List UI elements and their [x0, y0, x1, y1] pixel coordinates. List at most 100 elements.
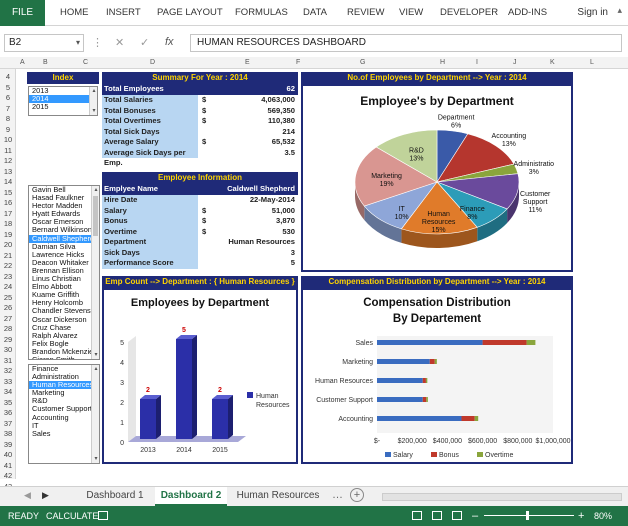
bar-segment[interactable]: [377, 397, 423, 402]
row-header[interactable]: 16: [0, 198, 16, 207]
col-header[interactable]: I: [476, 57, 478, 69]
bar-segment[interactable]: [377, 378, 423, 383]
tab-page-layout[interactable]: PAGE LAYOUT: [157, 0, 223, 26]
normal-view-icon[interactable]: [412, 511, 422, 520]
row-header[interactable]: 26: [0, 303, 16, 312]
col-header[interactable]: F: [296, 57, 300, 69]
tab-add-ins[interactable]: ADD-INS: [508, 0, 547, 26]
comp-chart-panel[interactable]: Compensation Distribution By Departement S…: [301, 288, 573, 464]
row-header[interactable]: 33: [0, 377, 16, 386]
col-header[interactable]: K: [550, 57, 555, 69]
year-scrollbar[interactable]: ▴ ▾: [89, 87, 97, 115]
bar-segment[interactable]: [482, 340, 527, 345]
row-header[interactable]: 11: [0, 146, 16, 155]
tab-scroll-right-icon[interactable]: ▶: [42, 490, 49, 501]
row-header[interactable]: 40: [0, 450, 16, 459]
row-header[interactable]: 38: [0, 429, 16, 438]
bar-segment[interactable]: [426, 397, 428, 402]
row-header[interactable]: 4: [0, 72, 16, 81]
department-scrollbar[interactable]: ▴ ▾: [91, 365, 99, 463]
row-header[interactable]: 41: [0, 461, 16, 470]
row-header[interactable]: 12: [0, 156, 16, 165]
col-header[interactable]: D: [150, 57, 155, 69]
macro-record-icon[interactable]: [98, 511, 108, 520]
bar-segment[interactable]: [377, 340, 483, 345]
list-item[interactable]: Ciaran Smith: [29, 355, 99, 359]
tab-insert[interactable]: INSERT: [106, 0, 141, 26]
row-header[interactable]: 35: [0, 398, 16, 407]
row-header[interactable]: 36: [0, 408, 16, 417]
col-header[interactable]: G: [360, 57, 365, 69]
sign-in-link[interactable]: Sign in: [577, 0, 608, 26]
status-calculate[interactable]: CALCULATE: [46, 506, 98, 526]
list-item[interactable]: 2015: [29, 103, 97, 111]
enter-icon[interactable]: ✓: [140, 36, 149, 49]
bar-segment[interactable]: [461, 416, 475, 421]
scroll-up-icon[interactable]: ▴: [90, 87, 97, 95]
row-header[interactable]: 18: [0, 219, 16, 228]
row-header[interactable]: 15: [0, 188, 16, 197]
row-header[interactable]: 27: [0, 314, 16, 323]
bar-segment[interactable]: [474, 416, 479, 421]
list-item[interactable]: Sales: [29, 429, 99, 438]
col-header[interactable]: A: [20, 57, 25, 69]
row-header[interactable]: 13: [0, 167, 16, 176]
bar-segment[interactable]: [425, 378, 428, 383]
page-layout-view-icon[interactable]: [432, 511, 442, 520]
bar-segment[interactable]: [422, 397, 427, 402]
row-header[interactable]: 32: [0, 366, 16, 375]
row-header[interactable]: 22: [0, 261, 16, 270]
column-bar[interactable]: [140, 399, 156, 439]
row-header[interactable]: 24: [0, 282, 16, 291]
zoom-level[interactable]: 80%: [594, 506, 612, 526]
bar-segment[interactable]: [526, 340, 536, 345]
sheet-tab-dashboard-1[interactable]: Dashboard 1: [80, 487, 150, 506]
scroll-up-icon[interactable]: ▴: [92, 186, 99, 194]
bar-segment[interactable]: [434, 359, 437, 364]
row-header[interactable]: 14: [0, 177, 16, 186]
year-listbox[interactable]: 2013 2014 2015 ▴ ▾: [28, 86, 98, 116]
insert-function-icon[interactable]: fx: [165, 36, 174, 48]
row-header[interactable]: 25: [0, 293, 16, 302]
tab-scroll-left-icon[interactable]: ◀: [24, 490, 31, 501]
tab-data[interactable]: DATA: [303, 0, 327, 26]
row-header[interactable]: 17: [0, 209, 16, 218]
row-header[interactable]: 5: [0, 83, 16, 92]
row-header[interactable]: 9: [0, 125, 16, 134]
zoom-out-icon[interactable]: –: [472, 506, 478, 526]
column-bar[interactable]: [176, 339, 192, 439]
col-header[interactable]: B: [43, 57, 48, 69]
employee-listbox[interactable]: Gavin Bell Hasad Faulkner Hector Madden Hya…: [28, 185, 100, 360]
row-header[interactable]: 34: [0, 387, 16, 396]
scroll-down-icon[interactable]: ▾: [90, 107, 97, 115]
employee-scrollbar[interactable]: ▴ ▾: [91, 186, 99, 359]
row-header[interactable]: 39: [0, 440, 16, 449]
bar-segment[interactable]: [422, 378, 426, 383]
col-header[interactable]: C: [83, 57, 88, 69]
horizontal-scrollbar[interactable]: [382, 493, 622, 501]
sheet-tab-human-resources[interactable]: Human Resources: [232, 487, 324, 506]
scroll-thumb[interactable]: [93, 196, 98, 236]
row-header[interactable]: 31: [0, 356, 16, 365]
tab-developer[interactable]: DEVELOPER: [440, 0, 498, 26]
scroll-up-icon[interactable]: ▴: [92, 365, 99, 373]
bar-segment[interactable]: [429, 359, 435, 364]
more-sheets-icon[interactable]: …: [332, 489, 343, 501]
sheet-tab-dashboard-2[interactable]: Dashboard 2: [155, 487, 227, 506]
list-item[interactable]: Accounting: [29, 413, 99, 422]
row-header[interactable]: 30: [0, 345, 16, 354]
scroll-down-icon[interactable]: ▾: [92, 351, 99, 359]
tab-home[interactable]: HOME: [60, 0, 89, 26]
row-header[interactable]: 23: [0, 272, 16, 281]
row-header[interactable]: 19: [0, 230, 16, 239]
zoom-slider-thumb[interactable]: [526, 511, 529, 520]
tab-review[interactable]: REVIEW: [347, 0, 384, 26]
pie-chart-panel[interactable]: Employee's by Department Department 6% Acco…: [301, 84, 573, 272]
row-header[interactable]: 28: [0, 324, 16, 333]
row-header[interactable]: 7: [0, 104, 16, 113]
emp-count-chart-panel[interactable]: Employees by Department 0 1 2 3 4 5 2 2013 5 2014 2…: [102, 288, 298, 464]
bar-segment[interactable]: [377, 359, 430, 364]
row-header[interactable]: 8: [0, 114, 16, 123]
row-header[interactable]: 6: [0, 93, 16, 102]
name-box[interactable]: B2 ▾: [4, 34, 84, 52]
